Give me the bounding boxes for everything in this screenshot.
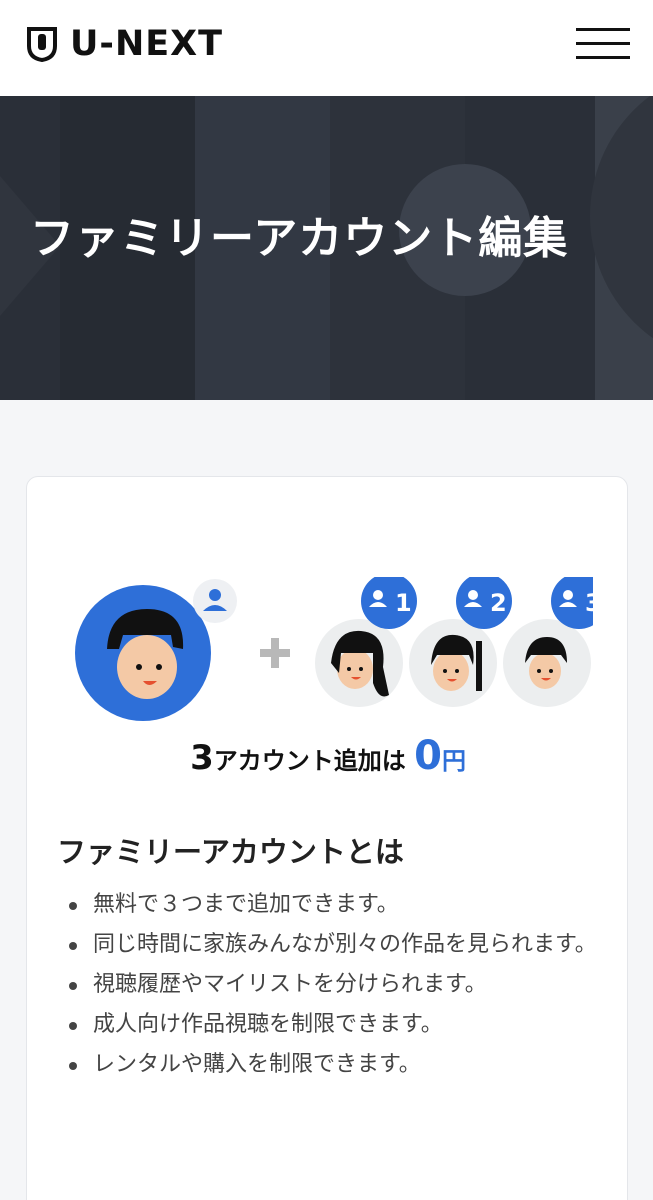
u-next-logo[interactable]: U-NEXT <box>26 26 223 62</box>
sub-user-avatar-3 <box>503 577 593 707</box>
feature-list: 無料で３つまで追加できます。 同じ時間に家族みんなが別々の作品を見られます。 視… <box>65 885 605 1085</box>
badge-number-3: 3 <box>585 589 593 617</box>
feature-item: 成人向け作品視聴を制限できます。 <box>65 1005 605 1045</box>
menu-bar <box>576 42 630 45</box>
menu-bar <box>576 28 630 31</box>
main-user-avatar <box>75 579 237 721</box>
offer-text: 3アカウント追加は 0円 <box>27 733 629 779</box>
u-next-shield-icon <box>27 27 57 62</box>
offer-count: 3 <box>190 738 214 778</box>
section-title: ファミリーアカウントとは <box>57 835 404 869</box>
plus-icon <box>260 638 290 668</box>
site-header: U-NEXT <box>0 0 653 96</box>
badge-number-1: 1 <box>395 589 412 617</box>
family-account-card: 1 2 3 3アカウント追加は 0円 ファミリーアカウントとは 無料で３つまで追… <box>26 476 628 1200</box>
menu-bar <box>576 56 630 59</box>
badge-number-2: 2 <box>490 589 507 617</box>
logo-text: U-NEXT <box>70 24 224 64</box>
feature-item: 同じ時間に家族みんなが別々の作品を見られます。 <box>65 925 605 965</box>
hero-banner: ファミリーアカウント編集 <box>0 96 653 400</box>
offer-unit: 円 <box>441 747 466 775</box>
hamburger-menu-button[interactable] <box>576 26 630 62</box>
feature-item: 視聴履歴やマイリストを分けられます。 <box>65 965 605 1005</box>
offer-label: アカウント追加は <box>213 747 406 775</box>
offer-price: 0 <box>414 733 442 779</box>
page-title: ファミリーアカウント編集 <box>30 213 569 264</box>
feature-item: レンタルや購入を制限できます。 <box>65 1045 605 1085</box>
feature-item: 無料で３つまで追加できます。 <box>65 885 605 925</box>
